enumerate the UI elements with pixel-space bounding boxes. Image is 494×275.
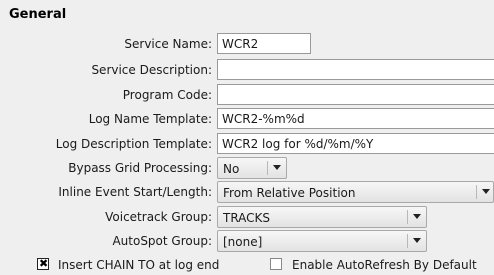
log-name-template-input[interactable]: WCR2-%m%d [217, 108, 494, 129]
auto-refresh-checkbox[interactable] [270, 258, 282, 270]
log-description-template-input[interactable]: WCR2 log for %d/%m/%Y [217, 133, 494, 154]
checkmark-icon: ✖ [39, 257, 49, 270]
inline-event-row: Inline Event Start/Length: From Relative… [0, 181, 494, 203]
chevron-down-icon [413, 214, 421, 219]
auto-refresh-label[interactable]: Enable AutoRefresh By Default [292, 258, 477, 272]
inline-event-label: Inline Event Start/Length: [58, 185, 212, 199]
dropdown-separator [407, 234, 408, 248]
voicetrack-group-row: Voicetrack Group: TRACKS [0, 206, 494, 228]
program-code-input[interactable] [217, 84, 494, 105]
log-name-template-label: Log Name Template: [88, 112, 212, 126]
dropdown-separator [476, 185, 477, 199]
insert-chain-checkbox[interactable]: ✖ [37, 257, 49, 270]
bypass-grid-processing-dropdown[interactable]: No [217, 157, 287, 179]
log-name-template-row: Log Name Template: WCR2-%m%d [0, 108, 494, 130]
inline-event-value: From Relative Position [223, 186, 356, 200]
bypass-grid-processing-value: No [223, 162, 240, 176]
autospot-group-row: AutoSpot Group: [none] [0, 230, 494, 252]
checkbox-row: ✖ Insert CHAIN TO at log end Enable Auto… [0, 255, 494, 273]
autospot-group-dropdown[interactable]: [none] [217, 230, 427, 252]
service-name-input[interactable]: WCR2 [217, 33, 311, 54]
dropdown-separator [407, 210, 408, 224]
log-description-template-label: Log Description Template: [55, 137, 212, 151]
service-description-label: Service Description: [91, 63, 212, 77]
bypass-grid-processing-row: Bypass Grid Processing: No [0, 157, 494, 179]
service-name-label: Service Name: [124, 37, 212, 51]
chevron-down-icon [413, 238, 421, 243]
chevron-down-icon [482, 189, 490, 194]
voicetrack-group-label: Voicetrack Group: [105, 210, 212, 224]
service-description-input[interactable] [217, 59, 494, 80]
program-code-label: Program Code: [122, 88, 212, 102]
service-description-row: Service Description: [0, 59, 494, 81]
dropdown-separator [267, 161, 268, 175]
log-description-template-row: Log Description Template: WCR2 log for %… [0, 133, 494, 155]
voicetrack-group-dropdown[interactable]: TRACKS [217, 206, 427, 228]
section-title: General [9, 7, 67, 22]
autospot-group-label: AutoSpot Group: [112, 234, 212, 248]
service-name-row: Service Name: WCR2 [0, 33, 494, 55]
insert-chain-label[interactable]: Insert CHAIN TO at log end [58, 258, 219, 272]
bypass-grid-processing-label: Bypass Grid Processing: [68, 161, 212, 175]
autospot-group-value: [none] [223, 235, 263, 249]
voicetrack-group-value: TRACKS [223, 211, 271, 225]
program-code-row: Program Code: [0, 84, 494, 106]
inline-event-dropdown[interactable]: From Relative Position [217, 181, 494, 203]
chevron-down-icon [273, 165, 281, 170]
